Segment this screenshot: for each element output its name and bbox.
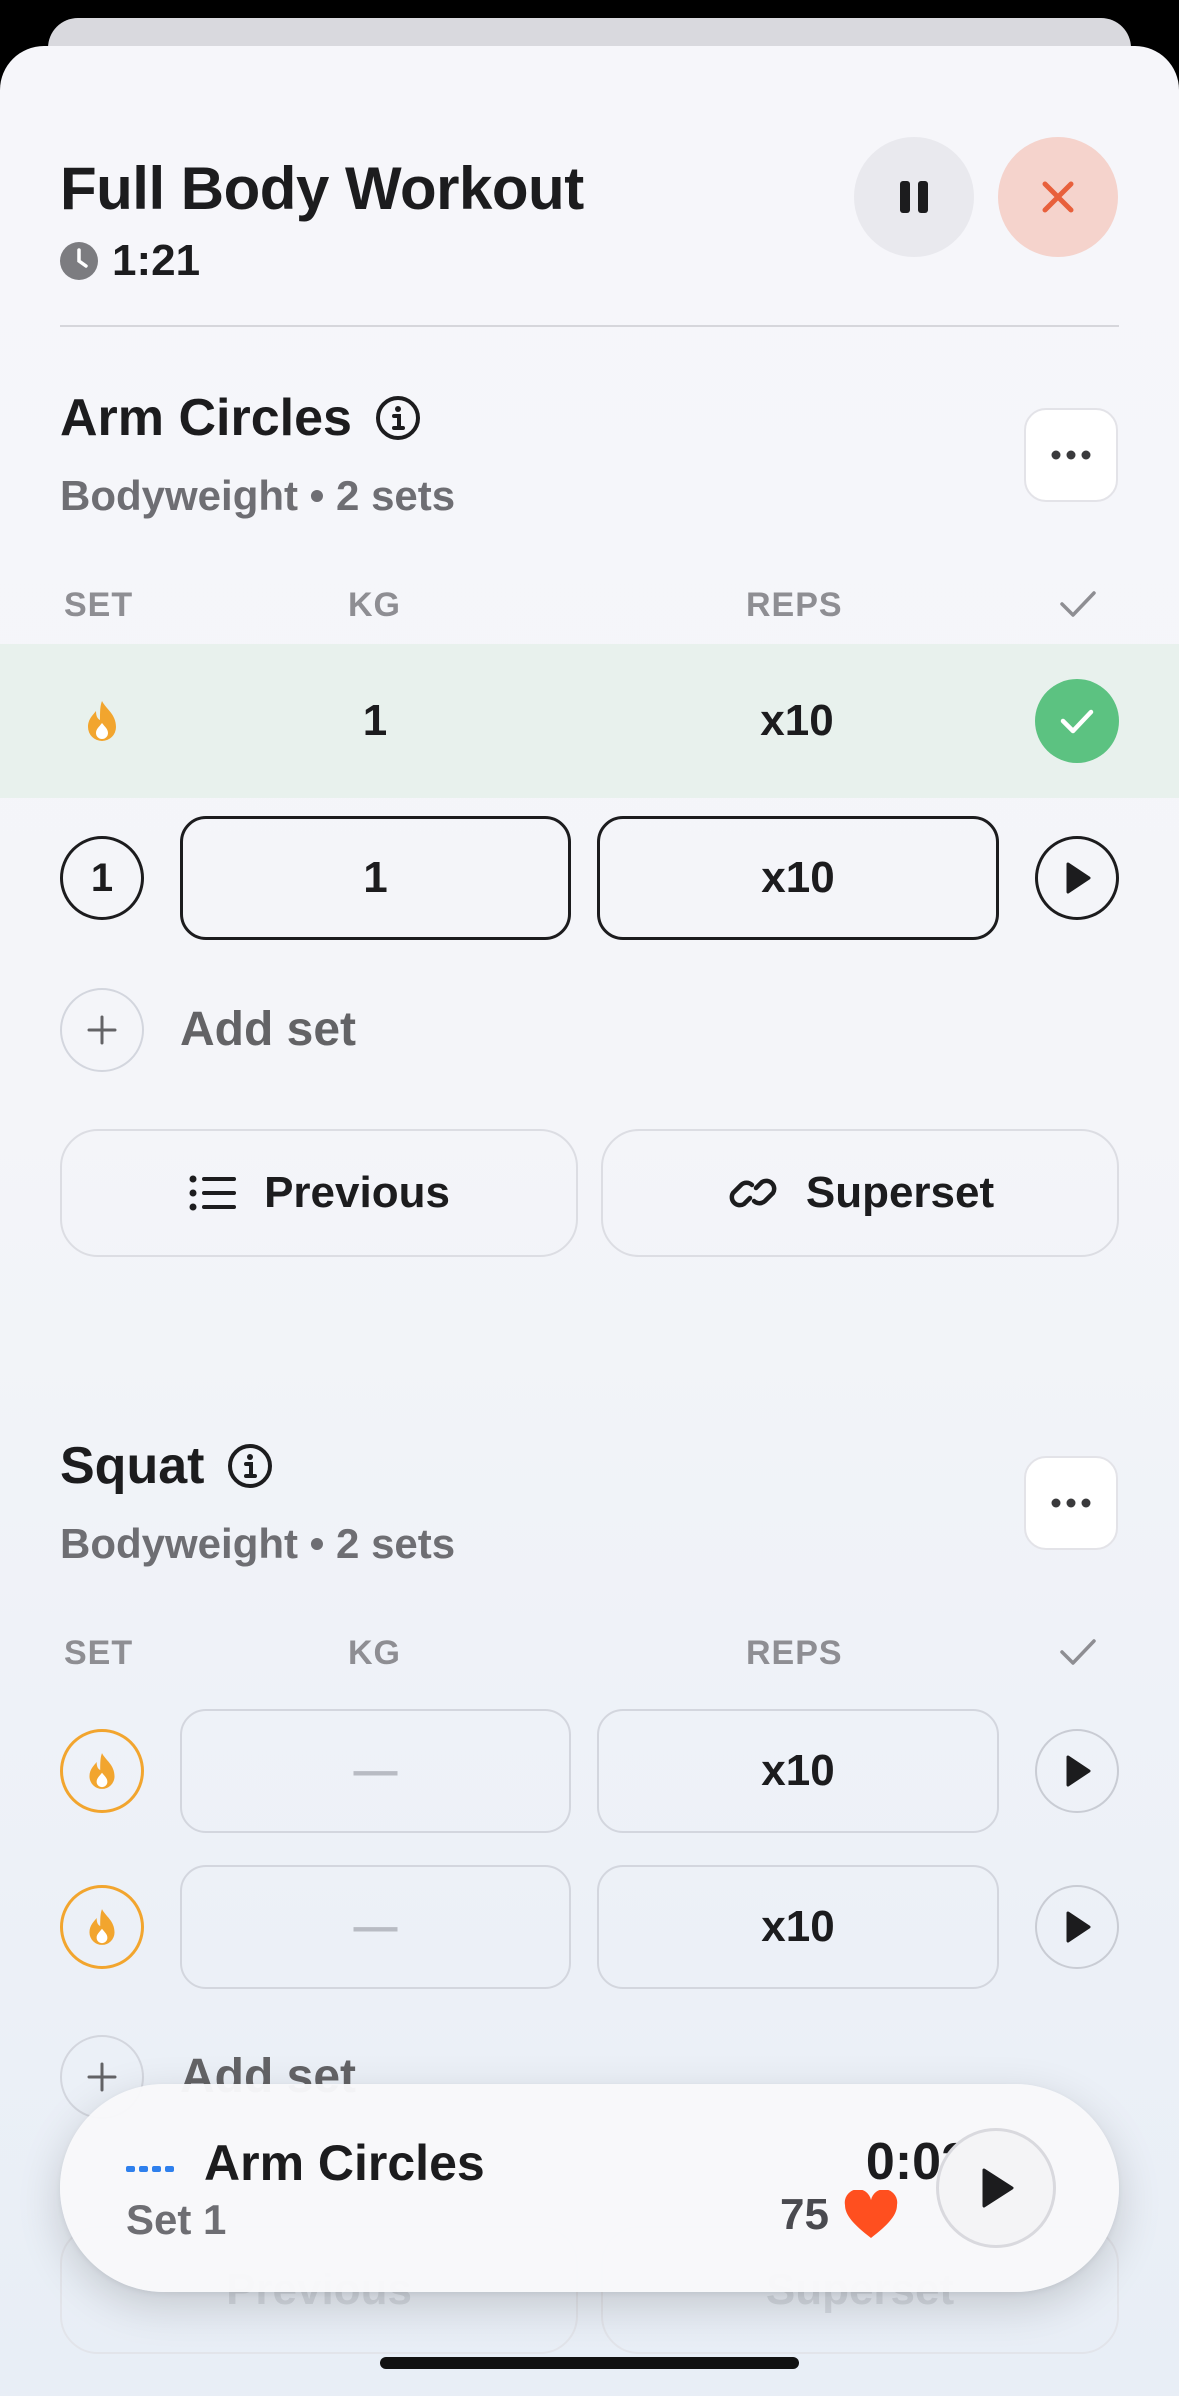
heart-rate: 75 <box>780 2190 899 2240</box>
elapsed-timer: 1:21 <box>60 236 200 286</box>
play-icon <box>1066 1911 1091 1943</box>
heart-icon <box>844 2190 898 2238</box>
ellipsis-icon <box>1051 450 1091 460</box>
completed-kg-value[interactable]: 1 <box>180 679 570 763</box>
info-icon[interactable] <box>374 394 422 442</box>
kg-input[interactable]: 1 <box>180 816 571 940</box>
pause-button[interactable] <box>854 137 974 257</box>
column-header-reps: REPS <box>746 586 843 624</box>
pause-icon <box>900 181 928 213</box>
set-complete-toggle[interactable] <box>1035 679 1119 763</box>
mini-player-play-button[interactable] <box>936 2128 1056 2248</box>
add-set-label[interactable]: Add set <box>180 1002 356 1057</box>
workout-title: Full Body Workout <box>60 155 584 222</box>
column-header-checkmark-icon <box>1060 1639 1096 1665</box>
start-set-button[interactable] <box>1035 1885 1119 1969</box>
flame-icon <box>88 701 116 741</box>
exercise-name: Squat <box>60 1437 205 1495</box>
mini-player-exercise: Arm Circles <box>204 2135 485 2191</box>
exercise-subtitle: Bodyweight • 2 sets <box>60 472 456 519</box>
exercise-title-squat[interactable]: Squat <box>60 1436 274 1496</box>
play-icon <box>1066 862 1091 894</box>
column-header-kg: KG <box>348 1634 401 1672</box>
warmup-set-indicator[interactable] <box>60 1885 144 1969</box>
mini-player-set: Set 1 <box>126 2196 227 2243</box>
flame-icon <box>89 1909 115 1945</box>
plus-icon <box>87 1015 117 1045</box>
header-divider <box>60 325 1119 327</box>
column-header-checkmark-icon <box>1060 591 1096 617</box>
exercise-title-arm-circles[interactable]: Arm Circles <box>60 388 422 448</box>
play-icon <box>982 2168 1014 2208</box>
close-icon <box>1042 181 1074 213</box>
column-header-set: SET <box>64 1634 134 1672</box>
warmup-set-indicator[interactable] <box>60 679 144 763</box>
heart-rate-value: 75 <box>780 2190 829 2239</box>
kg-input[interactable]: — <box>180 1709 571 1833</box>
ellipsis-icon <box>1051 1498 1091 1508</box>
close-workout-button[interactable] <box>998 137 1118 257</box>
plus-icon <box>87 2062 117 2092</box>
exercise-name: Arm Circles <box>60 389 352 447</box>
column-header-reps: REPS <box>746 1634 843 1672</box>
column-header-kg: KG <box>348 586 401 624</box>
set-row-completed <box>0 644 1179 798</box>
exercise-subtitle: Bodyweight • 2 sets <box>60 1520 456 1567</box>
completed-reps-value[interactable]: x10 <box>597 679 997 763</box>
start-set-button[interactable] <box>1035 836 1119 920</box>
column-header-set: SET <box>64 586 134 624</box>
kg-input[interactable]: — <box>180 1865 571 1989</box>
reps-input[interactable]: x10 <box>597 1865 999 1989</box>
superset-label: Superset <box>805 1168 995 1217</box>
play-icon <box>1066 1755 1091 1787</box>
previous-label: Previous <box>264 1168 450 1217</box>
superset-button[interactable]: Superset <box>601 1129 1119 1257</box>
warmup-set-indicator[interactable] <box>60 1729 144 1813</box>
mini-player[interactable]: Arm Circles Set 1 0:02 75 <box>60 2084 1119 2292</box>
list-icon <box>189 1175 237 1211</box>
checkmark-icon <box>1060 709 1094 734</box>
set-progress-indicator <box>126 2166 174 2172</box>
set-number[interactable]: 1 <box>60 836 144 920</box>
clock-icon <box>60 242 98 280</box>
workout-sheet: Full Body Workout 1:21 Arm Circles Bodyw… <box>0 46 1179 2396</box>
previous-button[interactable]: Previous <box>60 1129 578 1257</box>
exercise-options-button[interactable] <box>1024 408 1118 502</box>
elapsed-time: 1:21 <box>112 236 201 285</box>
exercise-options-button[interactable] <box>1024 1456 1118 1550</box>
info-icon[interactable] <box>226 1442 274 1490</box>
home-indicator <box>380 2357 799 2369</box>
add-set-button[interactable] <box>60 988 144 1072</box>
link-icon <box>729 1178 777 1208</box>
reps-input[interactable]: x10 <box>597 1709 999 1833</box>
flame-icon <box>89 1753 115 1789</box>
start-set-button[interactable] <box>1035 1729 1119 1813</box>
reps-input[interactable]: x10 <box>597 816 999 940</box>
